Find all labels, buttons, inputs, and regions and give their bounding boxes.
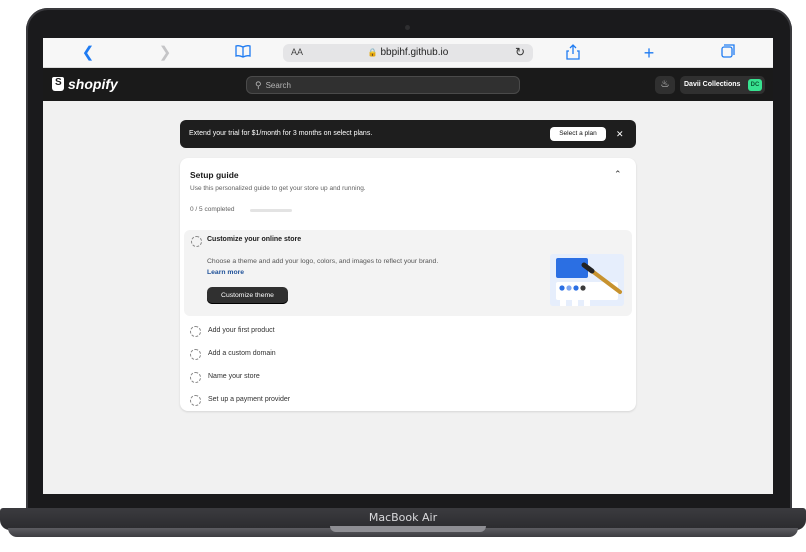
trial-banner: Extend your trial for $1/month for 3 mon… (180, 120, 636, 148)
store-name: Davii Collections (684, 81, 741, 88)
share-icon[interactable] (563, 44, 583, 62)
task-title: Add your first product (208, 327, 275, 334)
bookmarks-icon[interactable] (233, 44, 253, 62)
task-status-circle-icon[interactable] (190, 349, 201, 360)
task-status-circle-icon[interactable] (190, 326, 201, 337)
admin-topbar: shopify ⚲Search ♨ Davii Collections DC (43, 68, 773, 101)
back-icon[interactable]: ❮ (78, 44, 98, 62)
card-subtitle: Use this personalized guide to get your … (190, 185, 366, 192)
task-title: Add a custom domain (208, 350, 276, 357)
progress-bar (250, 209, 292, 212)
store-menu-button[interactable]: Davii Collections DC (680, 76, 765, 94)
search-icon: ⚲ (255, 80, 262, 90)
shopify-logo[interactable]: shopify (52, 76, 118, 92)
brand-text: shopify (68, 76, 118, 92)
screen-bezel (43, 494, 773, 508)
select-plan-button[interactable]: Select a plan (550, 127, 606, 141)
task-row[interactable]: Add a custom domain (190, 348, 490, 362)
search-placeholder: Search (265, 81, 291, 90)
task-row[interactable]: Set up a payment provider (190, 394, 490, 408)
setup-guide-card: Setup guide Use this personalized guide … (180, 158, 636, 411)
task-status-circle-icon[interactable] (190, 395, 201, 406)
camera-icon (405, 25, 410, 30)
task-status-circle-icon[interactable] (190, 372, 201, 383)
task-row[interactable]: Add your first product (190, 325, 490, 339)
browser-toolbar: ❮ ❯ AA 🔒 bbpihf.github.io ↻ + (43, 38, 773, 68)
customize-theme-button[interactable]: Customize theme (207, 287, 288, 304)
card-title: Setup guide (190, 170, 239, 180)
search-input[interactable]: ⚲ Search (246, 76, 520, 94)
forward-icon[interactable]: ❯ (155, 44, 175, 62)
task-status-circle-icon[interactable] (191, 236, 202, 247)
screen: ❮ ❯ AA 🔒 bbpihf.github.io ↻ + shopify ⚲S… (43, 38, 773, 494)
task-customize-store[interactable]: Customize your online store Choose a the… (184, 230, 632, 316)
task-title: Customize your online store (207, 236, 302, 243)
laptop-notch (330, 526, 486, 532)
chevron-up-icon[interactable]: ⌃ (614, 169, 622, 180)
task-title: Name your store (208, 373, 260, 380)
task-description: Choose a theme and add your logo, colors… (207, 258, 439, 265)
notification-bell-icon[interactable]: ♨ (655, 76, 675, 94)
new-tab-icon[interactable]: + (639, 44, 659, 62)
task-row[interactable]: Name your store (190, 371, 490, 385)
address-bar[interactable]: AA 🔒 bbpihf.github.io ↻ (283, 44, 533, 62)
banner-text: Extend your trial for $1/month for 3 mon… (189, 130, 373, 137)
close-icon[interactable]: ✕ (616, 120, 624, 148)
progress-text: 0 / 5 completed (190, 206, 235, 213)
reload-icon[interactable]: ↻ (515, 45, 525, 59)
url-text: 🔒 bbpihf.github.io (367, 47, 449, 58)
store-avatar: DC (748, 79, 762, 91)
tabs-overview-icon[interactable] (718, 44, 738, 62)
lock-icon: 🔒 (367, 48, 378, 57)
theme-illustration (550, 254, 624, 306)
shopify-bag-icon (52, 77, 64, 91)
model-label: MacBook Air (368, 511, 438, 524)
task-title: Set up a payment provider (208, 396, 291, 403)
learn-more-link[interactable]: Learn more (207, 269, 244, 276)
